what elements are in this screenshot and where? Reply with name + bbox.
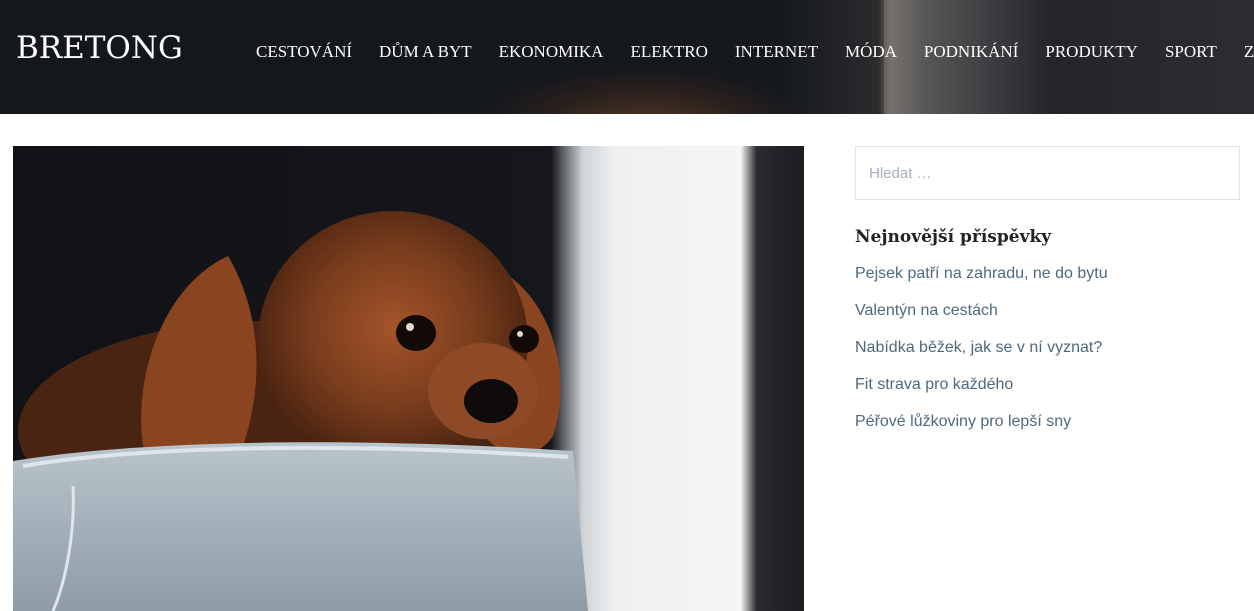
list-item: Fit strava pro každého (855, 376, 1240, 413)
nav-item-moda[interactable]: MÓDA (845, 42, 897, 62)
nav-item-sport[interactable]: SPORT (1165, 42, 1217, 62)
site-logo[interactable]: BRETONG (16, 30, 183, 66)
list-item: Valentýn na cestách (855, 302, 1240, 339)
nav-item-produkty[interactable]: PRODUKTY (1045, 42, 1138, 62)
nav-item-dum-a-byt[interactable]: DŮM A BYT (379, 42, 472, 62)
list-item: Nabídka běžek, jak se v ní vyznat? (855, 339, 1240, 376)
header-background-image (480, 68, 810, 114)
nav-item-internet[interactable]: INTERNET (735, 42, 818, 62)
recent-post-link[interactable]: Nabídka běžek, jak se v ní vyznat? (855, 339, 1102, 356)
nav-item-ekonomika[interactable]: EKONOMIKA (499, 42, 604, 62)
featured-image[interactable] (13, 146, 804, 611)
dog-photo-illustration (13, 146, 804, 611)
list-item: Péřové lůžkoviny pro lepší sny (855, 413, 1240, 450)
nav-item-zabava[interactable]: ZÁBAVA (1244, 42, 1254, 62)
list-item: Pejsek patří na zahradu, ne do bytu (855, 265, 1240, 302)
main-navigation: CESTOVÁNÍ DŮM A BYT EKONOMIKA ELEKTRO IN… (256, 42, 1254, 62)
recent-post-link[interactable]: Pejsek patří na zahradu, ne do bytu (855, 265, 1108, 282)
recent-posts-title: Nejnovější příspěvky (855, 227, 1052, 247)
recent-post-link[interactable]: Péřové lůžkoviny pro lepší sny (855, 413, 1071, 430)
nav-item-podnikani[interactable]: PODNIKÁNÍ (924, 42, 1018, 62)
nav-item-cestovani[interactable]: CESTOVÁNÍ (256, 42, 352, 62)
recent-posts-list: Pejsek patří na zahradu, ne do bytu Vale… (855, 265, 1240, 450)
nav-item-elektro[interactable]: ELEKTRO (630, 42, 707, 62)
recent-post-link[interactable]: Valentýn na cestách (855, 302, 998, 319)
search-input[interactable] (855, 146, 1240, 200)
recent-post-link[interactable]: Fit strava pro každého (855, 376, 1013, 393)
sidebar: Nejnovější příspěvky Pejsek patří na zah… (855, 146, 1240, 450)
site-header: BRETONG CESTOVÁNÍ DŮM A BYT EKONOMIKA EL… (0, 0, 1254, 114)
